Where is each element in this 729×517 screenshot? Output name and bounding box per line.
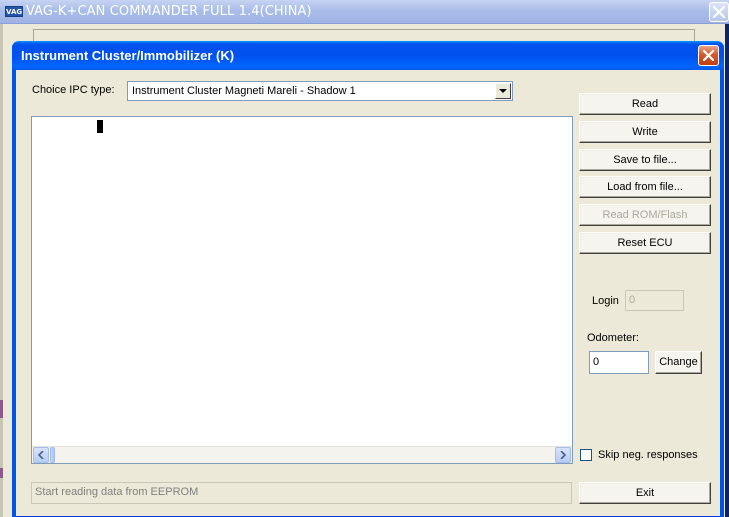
ipc-type-dropdown[interactable]: Instrument Cluster Magneti Mareli - Shad…	[127, 81, 513, 101]
parent-left-edge	[0, 24, 3, 517]
login-field[interactable]: 0	[625, 290, 684, 311]
dialog-close-button[interactable]	[698, 45, 719, 66]
read-rom-flash-button[interactable]: Read ROM/Flash	[579, 204, 711, 226]
dialog-left-border	[12, 70, 16, 517]
close-icon	[703, 50, 714, 61]
close-icon	[713, 6, 725, 18]
save-to-file-button[interactable]: Save to file...	[579, 149, 711, 171]
odometer-field[interactable]: 0	[589, 351, 649, 374]
arrow-left-icon	[38, 451, 44, 459]
instrument-cluster-dialog: Instrument Cluster/Immobilizer (K) Choic…	[12, 41, 724, 517]
odometer-label: Odometer:	[587, 332, 639, 344]
reset-ecu-button[interactable]: Reset ECU	[579, 232, 711, 254]
skip-neg-responses-checkbox[interactable]	[580, 449, 592, 461]
login-value: 0	[629, 294, 636, 306]
status-field: Start reading data from EEPROM	[31, 482, 572, 504]
arrow-right-icon	[560, 451, 566, 459]
scroll-thumb[interactable]	[50, 447, 55, 463]
login-label: Login	[592, 295, 619, 307]
parent-close-button[interactable]	[709, 2, 729, 22]
dialog-titlebar[interactable]: Instrument Cluster/Immobilizer (K)	[12, 41, 724, 70]
status-text: Start reading data from EEPROM	[35, 486, 199, 498]
dialog-title: Instrument Cluster/Immobilizer (K)	[21, 48, 235, 63]
parent-window-title: VAG-K+CAN COMMANDER FULL 1.4(CHINA)	[26, 4, 312, 19]
text-caret	[97, 120, 103, 133]
data-memo[interactable]	[31, 116, 573, 464]
ipc-type-label: Choice IPC type:	[32, 84, 115, 96]
load-from-file-button[interactable]: Load from file...	[579, 176, 711, 198]
parent-titlebar[interactable]: VAG VAG-K+CAN COMMANDER FULL 1.4(CHINA)	[0, 0, 729, 24]
scroll-left-button[interactable]	[33, 447, 49, 463]
exit-button[interactable]: Exit	[579, 482, 711, 504]
read-button[interactable]: Read	[579, 93, 711, 115]
dialog-right-border	[720, 70, 724, 517]
write-button[interactable]: Write	[579, 121, 711, 143]
dropdown-button[interactable]	[495, 83, 511, 99]
parent-right-edge	[725, 24, 729, 517]
scroll-right-button[interactable]	[555, 447, 571, 463]
skip-neg-responses-label[interactable]: Skip neg. responses	[598, 449, 698, 461]
odometer-value: 0	[593, 356, 600, 368]
horizontal-scrollbar[interactable]	[32, 446, 572, 463]
chevron-down-icon	[499, 89, 507, 93]
ipc-type-value: Instrument Cluster Magneti Mareli - Shad…	[132, 85, 356, 97]
parent-left-marker	[0, 400, 3, 418]
app-logo-icon: VAG	[5, 6, 23, 17]
change-odometer-button[interactable]: Change	[655, 351, 702, 374]
parent-left-marker	[0, 468, 3, 478]
